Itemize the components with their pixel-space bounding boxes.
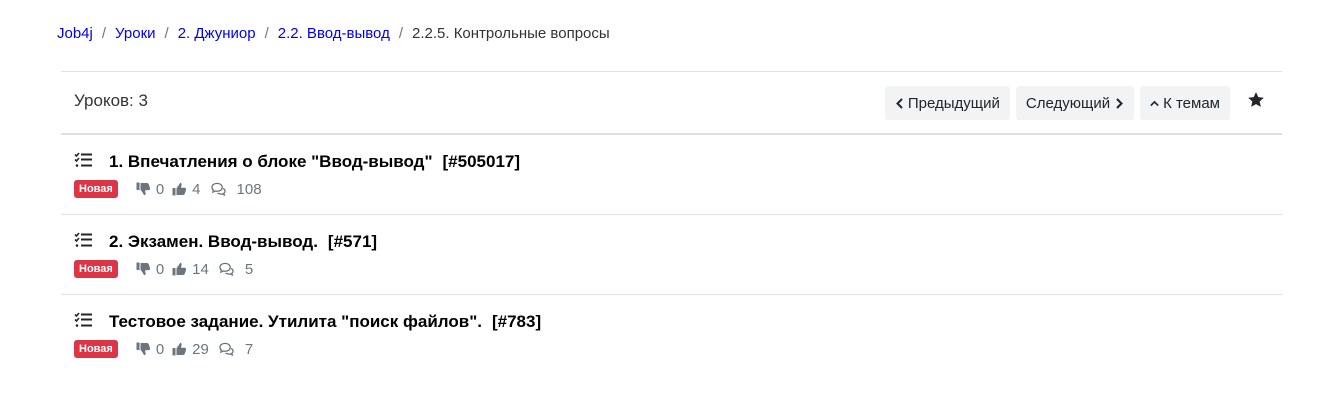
breadcrumb-separator: / <box>164 25 169 42</box>
lesson-meta: Новая 0 4 108 <box>74 180 262 198</box>
likes-count: 4 <box>192 180 201 198</box>
lesson-title-link[interactable]: 2. Экзамен. Ввод-вывод. [#571] <box>109 232 377 252</box>
status-badge: Новая <box>74 340 118 358</box>
lesson-title-link[interactable]: Тестовое задание. Утилита "поиск файлов"… <box>109 312 541 332</box>
lessons-panel: Уроков: 3 Предыдущий Следующий К темам 1… <box>61 71 1282 375</box>
comments-count: 5 <box>244 260 254 278</box>
likes-count: 14 <box>192 260 209 278</box>
tasks-list-icon <box>74 312 92 327</box>
tasks-list-icon <box>74 232 92 247</box>
thumbs-up-icon <box>172 262 187 276</box>
thumbs-down-icon <box>136 262 150 276</box>
lesson-title-link[interactable]: 1. Впечатления о блоке "Ввод-вывод" [#505… <box>109 152 520 172</box>
comments-icon <box>219 262 234 276</box>
lesson-id: [#783] <box>491 312 542 331</box>
breadcrumb-link-home[interactable]: Job4j <box>57 25 93 42</box>
thumbs-down-icon <box>136 182 150 196</box>
lesson-meta: Новая 0 29 7 <box>74 340 253 358</box>
thumbs-up-icon <box>172 342 187 356</box>
breadcrumb-separator: / <box>398 25 403 42</box>
next-button-label: Следующий <box>1025 94 1111 112</box>
nav-buttons: Предыдущий Следующий К темам <box>884 86 1230 120</box>
chevron-up-icon <box>1150 100 1159 106</box>
dislikes-count: 0 <box>155 340 165 358</box>
status-badge: Новая <box>74 180 118 198</box>
chevron-right-icon <box>1116 97 1123 109</box>
thumbs-up-icon <box>172 182 187 196</box>
star-icon[interactable] <box>1247 91 1265 109</box>
comments-icon <box>210 182 226 196</box>
topics-button[interactable]: К темам <box>1140 86 1230 120</box>
breadcrumb-current: 2.2.5. Контрольные вопросы <box>412 25 610 42</box>
status-badge: Новая <box>74 260 118 278</box>
previous-button[interactable]: Предыдущий <box>884 86 1010 120</box>
breadcrumb-link-lessons[interactable]: Уроки <box>115 25 155 42</box>
lesson-meta: Новая 0 14 5 <box>74 260 253 278</box>
lesson-id: [#571] <box>327 232 378 251</box>
next-button[interactable]: Следующий <box>1015 86 1135 120</box>
dislikes-count: 0 <box>155 180 165 198</box>
breadcrumb: Job4j / Уроки / 2. Джуниор / 2.2. Ввод-в… <box>57 25 610 42</box>
dislikes-count: 0 <box>155 260 165 278</box>
lesson-row: 1. Впечатления о блоке "Ввод-вывод" [#505… <box>61 135 1282 215</box>
comments-icon <box>219 342 234 356</box>
lessons-count: Уроков: 3 <box>74 91 148 110</box>
breadcrumb-link-junior[interactable]: 2. Джуниор <box>178 25 256 42</box>
lesson-title: 2. Экзамен. Ввод-вывод. <box>109 232 318 251</box>
previous-button-label: Предыдущий <box>907 94 1000 112</box>
lesson-row: Тестовое задание. Утилита "поиск файлов"… <box>61 295 1282 375</box>
comments-count: 7 <box>244 340 254 358</box>
breadcrumb-link-io[interactable]: 2.2. Ввод-вывод <box>278 25 390 42</box>
lesson-row: 2. Экзамен. Ввод-вывод. [#571] Новая 0 14… <box>61 215 1282 295</box>
lesson-title: Тестовое задание. Утилита "поиск файлов"… <box>109 312 482 331</box>
breadcrumb-separator: / <box>264 25 269 42</box>
comments-count: 108 <box>236 180 262 198</box>
thumbs-down-icon <box>136 342 150 356</box>
lesson-title: 1. Впечатления о блоке "Ввод-вывод" <box>109 152 433 171</box>
panel-header: Уроков: 3 Предыдущий Следующий К темам <box>61 72 1282 135</box>
lesson-id: [#505017] <box>442 152 521 171</box>
topics-button-label: К темам <box>1163 94 1220 112</box>
chevron-left-icon <box>895 97 903 109</box>
tasks-list-icon <box>74 152 92 167</box>
breadcrumb-separator: / <box>101 25 107 42</box>
likes-count: 29 <box>192 340 209 358</box>
